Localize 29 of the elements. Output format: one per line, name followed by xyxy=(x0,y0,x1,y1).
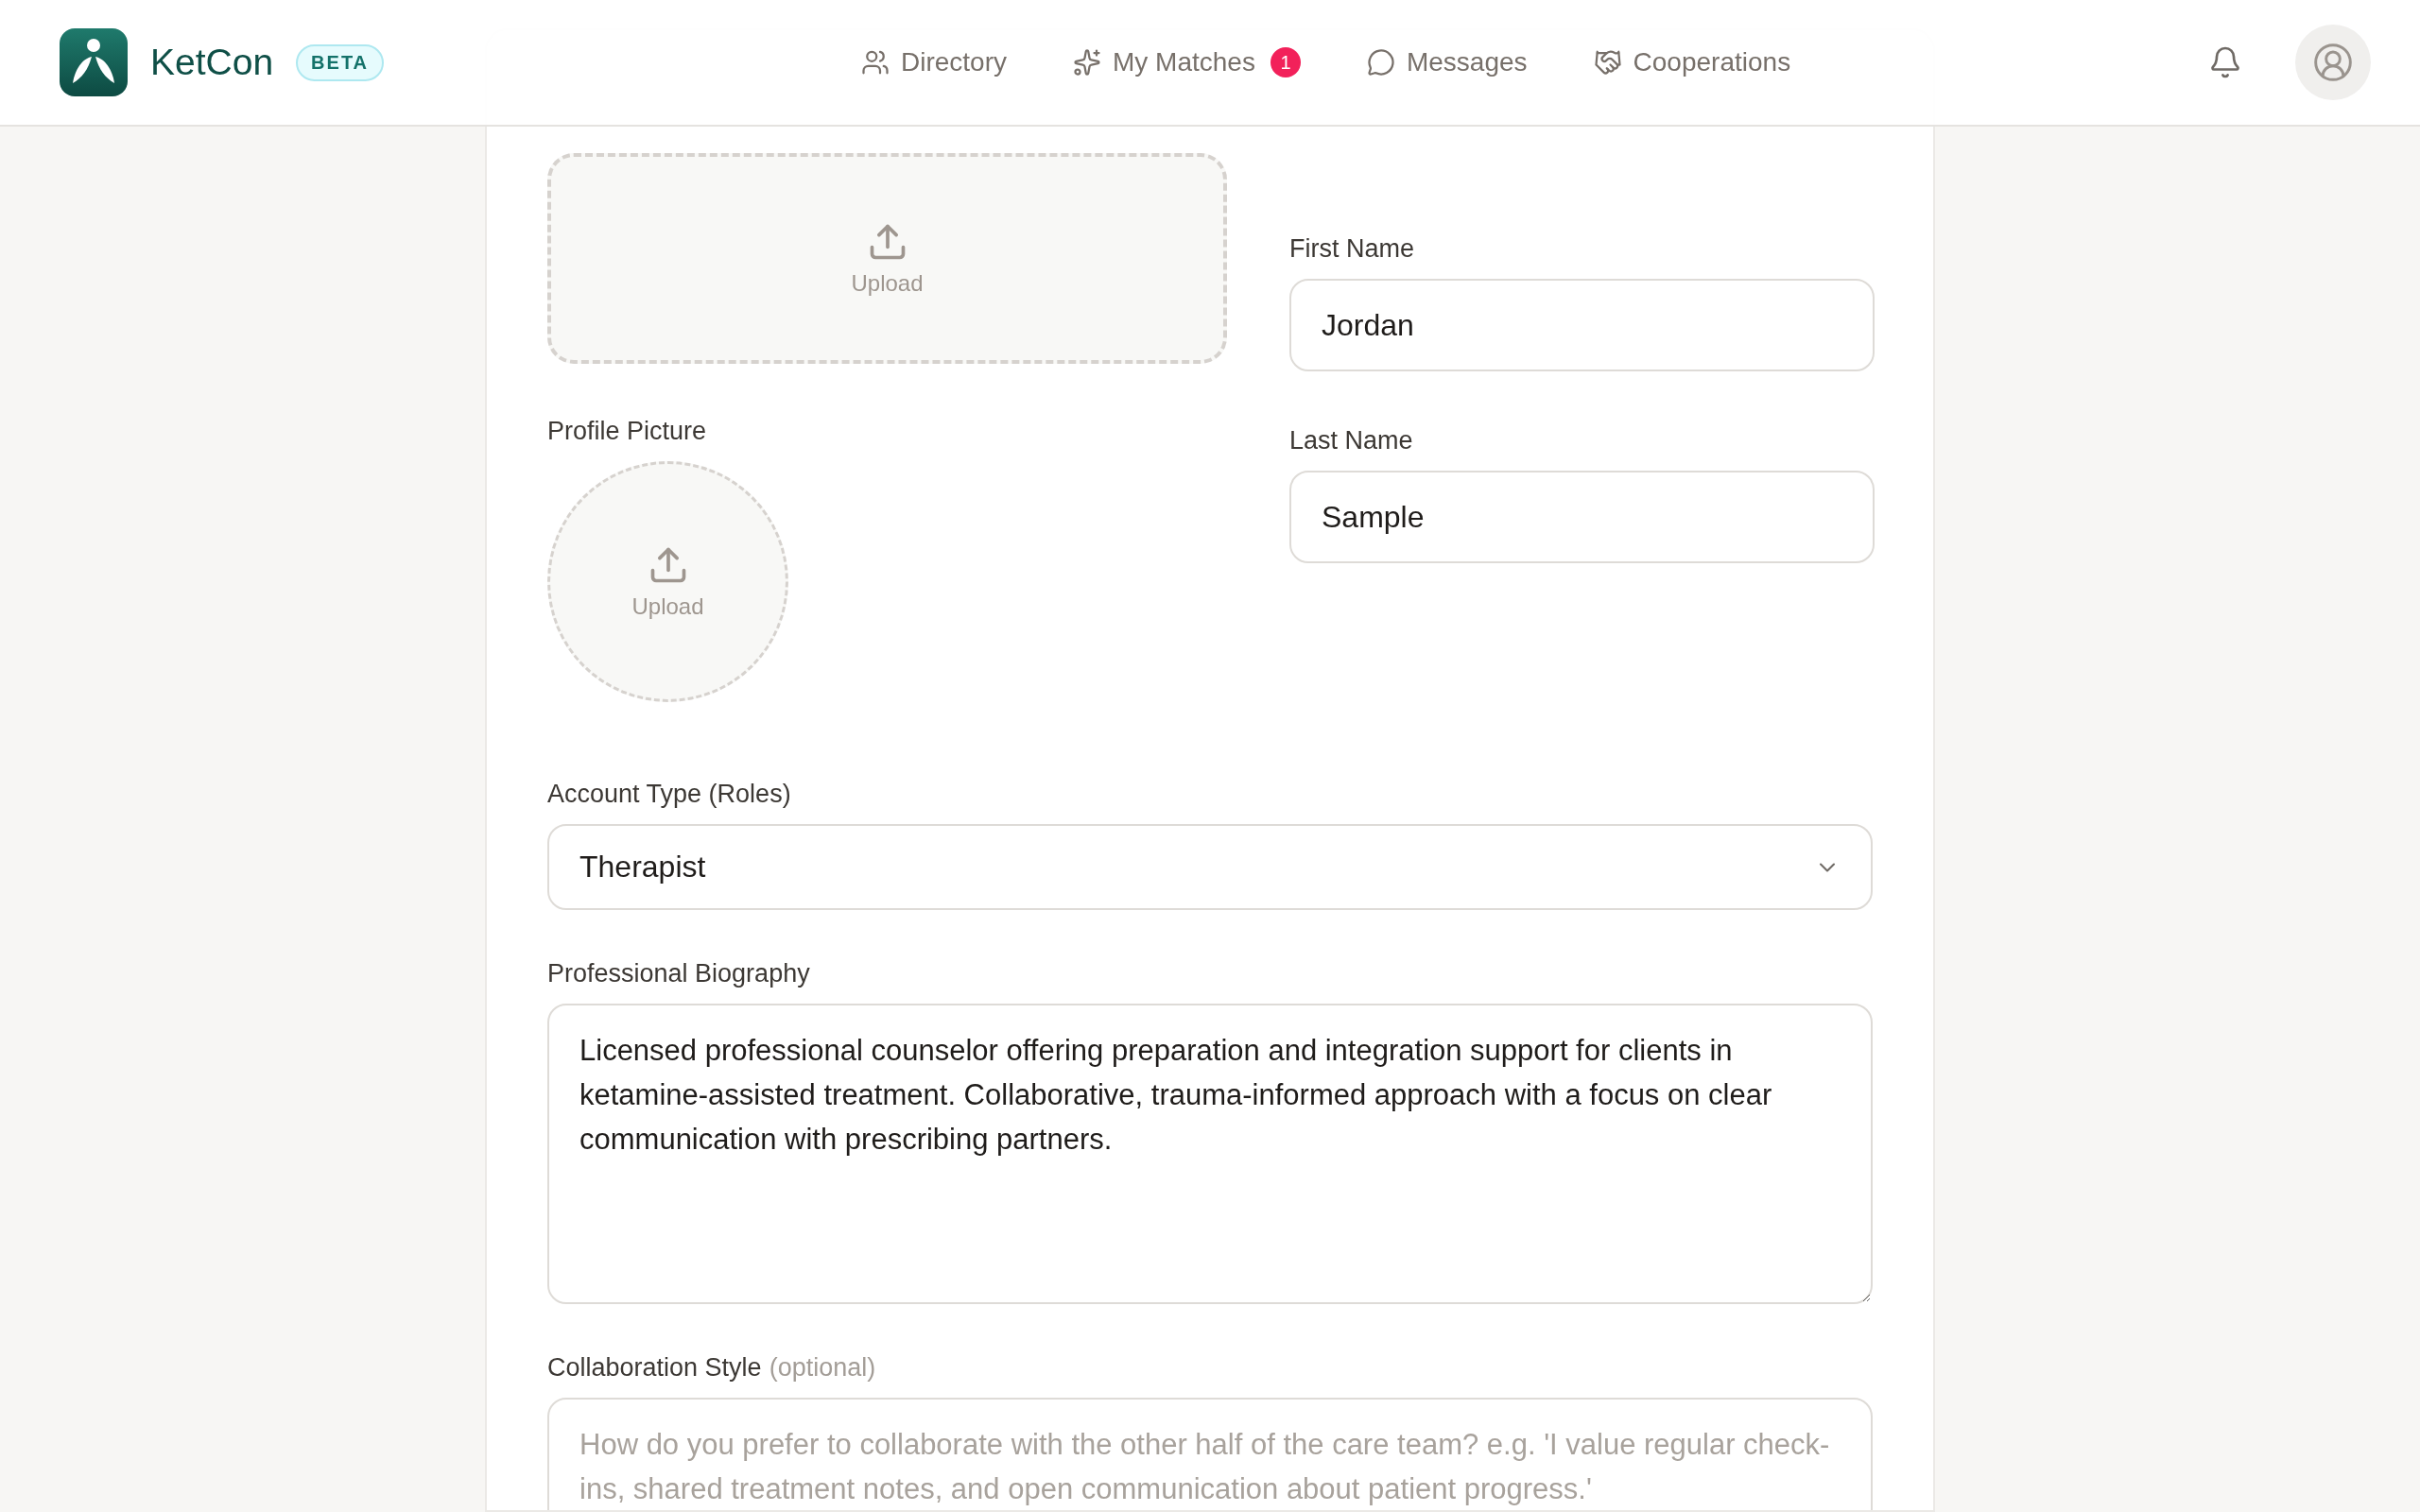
banner-upload[interactable]: Upload xyxy=(547,153,1227,364)
nav-link[interactable]: My Matches 1 xyxy=(1073,47,1301,77)
nav-link[interactable]: Cooperations xyxy=(1593,47,1791,77)
users-icon xyxy=(861,48,890,77)
field-label: Account Type (Roles) xyxy=(547,780,792,809)
optional-hint: (optional) xyxy=(769,1353,876,1383)
sparkles-icon xyxy=(1073,48,1101,77)
logo-icon xyxy=(60,28,128,96)
account-type-select[interactable]: Therapist xyxy=(547,824,1873,910)
nav-link[interactable]: Messages xyxy=(1366,47,1528,77)
nav-link[interactable]: Directory xyxy=(861,47,1007,77)
speech-bubble-icon xyxy=(1366,48,1395,77)
collaboration-style-field[interactable]: How do you prefer to collaborate with the other half of the care team? e.g. 'I value regular check-ins, shared treatment notes, and open communication about patient progress.' xyxy=(547,1398,1873,1510)
brand-name: KetCon xyxy=(150,42,274,83)
biography-field[interactable]: Licensed professional counselor offering preparation and integration support for clients in ketamine-assisted treatment. Collaborative, trauma-informed approach with a focus on clear communication with prescribing partners. xyxy=(547,1004,1873,1304)
first-name-field[interactable]: Jordan xyxy=(1289,279,1875,371)
field-label: First Name xyxy=(1289,234,1415,264)
field-label: Profile Picture xyxy=(547,417,708,446)
field-label: Collaboration Style xyxy=(547,1353,762,1383)
field-label: Professional Biography xyxy=(547,959,811,988)
last-name-field[interactable]: Sample xyxy=(1289,471,1875,563)
notification-count: 1 xyxy=(1270,47,1301,77)
notifications-button[interactable] xyxy=(2208,45,2242,79)
field-label: Last Name xyxy=(1289,426,1414,455)
avatar-upload[interactable]: Upload xyxy=(547,461,788,702)
handshake-icon xyxy=(1593,48,1622,77)
bell-icon xyxy=(2208,45,2242,79)
beta-badge: BETA xyxy=(296,43,385,81)
user-icon xyxy=(2312,42,2354,83)
